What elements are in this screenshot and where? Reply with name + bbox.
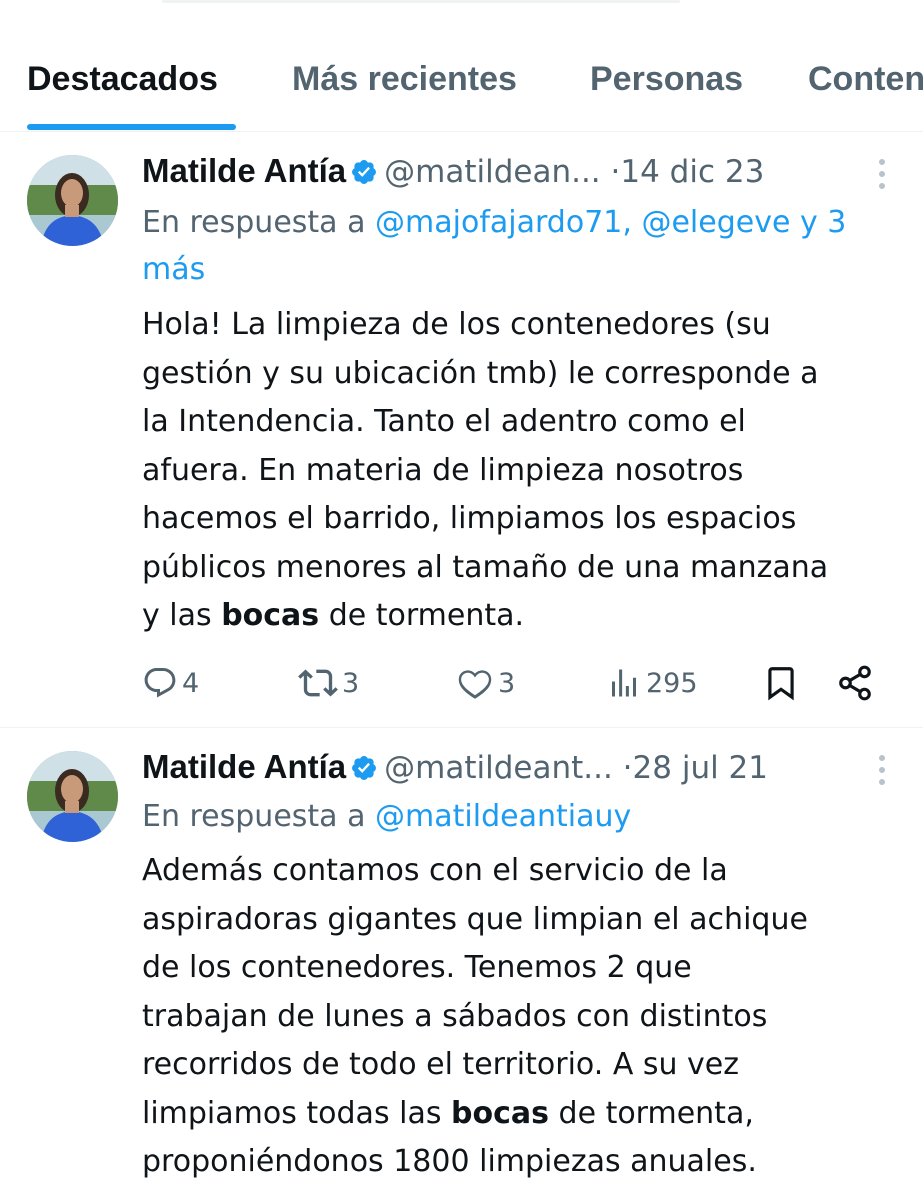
tweet[interactable]: Matilde Antía @matildean... ·14 dic 23 En… — [0, 133, 923, 728]
more-options-icon[interactable] — [879, 755, 887, 791]
tweet-text: Hola! La limpieza de los contenedores (s… — [142, 301, 903, 641]
tweet-date[interactable]: 14 dic 23 — [620, 154, 764, 190]
tab-personas[interactable]: Personas — [590, 60, 743, 99]
bookmark-icon — [762, 664, 800, 702]
avatar[interactable] — [27, 155, 118, 246]
tab-mas-recientes[interactable]: Más recientes — [292, 60, 517, 99]
tweet-date[interactable]: 28 jul 21 — [633, 750, 768, 786]
author-handle[interactable]: @matildean... — [384, 154, 601, 190]
tweet-text-line: limpiamos todas las bocas de tormenta, — [142, 1090, 903, 1139]
view-count: 295 — [646, 667, 698, 699]
tweet-text-line: gestión y su ubicación tmb) le correspon… — [142, 355, 819, 391]
tweet-text-line: trabajan de lunes a sábados con distinto… — [142, 998, 768, 1034]
tweet-text-line: aspiradoras gigantes que limpian el achi… — [142, 901, 808, 937]
active-tab-indicator — [27, 124, 236, 130]
heart-icon — [456, 664, 494, 702]
repost-button[interactable]: 3 — [298, 661, 359, 705]
text-fragment: de tormenta. — [328, 598, 525, 633]
search-highlight: bocas — [221, 598, 320, 633]
avatar[interactable] — [27, 751, 118, 842]
author-name[interactable]: Matilde Antía — [142, 152, 346, 189]
separator-dot: · — [622, 750, 633, 786]
reply-context: En respuesta a @majofajardo71, @elegeve … — [142, 199, 903, 293]
views-icon — [606, 665, 642, 701]
tweet-text-line: y las bocas de tormenta. — [142, 592, 903, 641]
tweet-text-line: Además contamos con el servicio de la — [142, 853, 728, 888]
tweet-text-line: proponiéndonos 1800 limpiezas anuales. — [142, 1144, 757, 1179]
text-fragment: y las — [142, 598, 212, 633]
author-handle[interactable]: @matildeant... — [384, 750, 613, 786]
text-fragment: limpiamos todas las — [142, 1095, 442, 1131]
verified-badge-icon — [350, 156, 378, 196]
text-fragment: de tormenta, — [558, 1095, 754, 1131]
reply-button[interactable]: 4 — [142, 661, 199, 705]
tweet-text-line: afuera. En materia de limpieza nosotros — [142, 452, 744, 488]
separator-dot: · — [610, 154, 621, 190]
author-name[interactable]: Matilde Antía — [142, 748, 346, 785]
more-options-icon[interactable] — [879, 159, 887, 195]
search-highlight: bocas — [451, 1095, 549, 1131]
tweet-text-line: la Intendencia. Tanto el adentro como el — [142, 404, 746, 439]
tweet-text-line: Hola! La limpieza de los contenedores (s… — [142, 307, 771, 342]
reply-icon — [142, 665, 178, 701]
tweet-actions: 4 3 3 295 — [142, 661, 892, 705]
reply-count: 4 — [182, 667, 200, 699]
verified-badge-icon — [350, 752, 378, 792]
bookmark-button[interactable] — [762, 661, 800, 705]
like-count: 3 — [498, 667, 516, 699]
repost-count: 3 — [342, 667, 360, 699]
tweet[interactable]: Matilde Antía @matildeant... ·28 jul 21 E… — [0, 729, 923, 1200]
reply-prefix: En respuesta a — [142, 205, 366, 240]
views-button[interactable]: 295 — [606, 661, 698, 705]
like-button[interactable]: 3 — [456, 661, 515, 705]
top-divider — [162, 0, 680, 3]
tab-destacados[interactable]: Destacados — [27, 60, 218, 99]
search-tabs: Destacados Más recientes Personas Conten — [0, 40, 923, 132]
reply-context: En respuesta a @matildeantiauy — [142, 793, 903, 840]
share-icon — [836, 664, 874, 702]
tweet-text-line: públicos menores al tamaño de una manzan… — [142, 549, 829, 585]
reply-mentions[interactable]: @matildeantiauy — [375, 799, 631, 834]
reply-prefix: En respuesta a — [142, 799, 366, 834]
tweet-header: Matilde Antía @matildeant... ·28 jul 21 — [142, 747, 923, 787]
tweet-text-line: de los contenedores. Tenemos 2 que — [142, 950, 692, 985]
tab-contenido[interactable]: Conten — [808, 60, 923, 99]
tweet-header: Matilde Antía @matildean... ·14 dic 23 — [142, 151, 923, 191]
tweet-text-line: recorridos de todo el territorio. A su v… — [142, 1047, 740, 1082]
repost-icon — [298, 663, 338, 703]
share-button[interactable] — [836, 661, 874, 705]
tweet-text: Además contamos con el servicio de la as… — [142, 847, 903, 1187]
tweet-text-line: hacemos el barrido, limpiamos los espaci… — [142, 501, 797, 536]
